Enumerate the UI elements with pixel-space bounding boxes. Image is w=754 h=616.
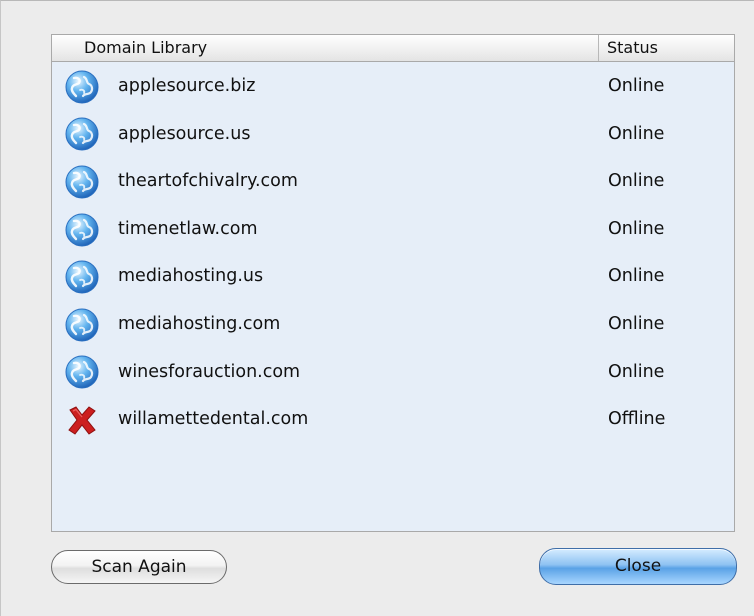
- status-text: Online: [608, 171, 665, 192]
- domain-name: winesforauction.com: [118, 361, 301, 382]
- table-row[interactable]: applesource.us Online: [52, 111, 734, 159]
- table-header: Domain Library Status: [52, 35, 734, 62]
- status-text: Online: [608, 218, 665, 239]
- domain-table: Domain Library Status applesource.biz Onl…: [51, 34, 735, 532]
- domain-name: mediahosting.us: [118, 266, 264, 287]
- table-row[interactable]: mediahosting.us Online: [52, 253, 734, 301]
- domain-name: theartofchivalry.com: [118, 171, 298, 192]
- red-x-icon: [64, 402, 100, 438]
- table-body: applesource.biz Online applesource.us Onlin…: [52, 63, 734, 444]
- status-text: Online: [608, 361, 665, 382]
- domain-name: applesource.biz: [118, 76, 256, 96]
- globe-icon: [64, 164, 100, 200]
- domain-name: timenetlaw.com: [118, 218, 258, 239]
- globe-icon: [64, 307, 100, 343]
- column-header-status[interactable]: Status: [600, 35, 734, 61]
- column-header-domain-library[interactable]: Domain Library: [52, 35, 599, 61]
- domain-name: applesource.us: [118, 123, 251, 144]
- table-row[interactable]: winesforauction.com Online: [52, 349, 734, 397]
- globe-icon: [64, 116, 100, 152]
- globe-icon: [64, 212, 100, 248]
- globe-icon: [64, 354, 100, 390]
- globe-icon: [64, 259, 100, 295]
- table-row[interactable]: mediahosting.com Online: [52, 301, 734, 349]
- close-button[interactable]: Close: [539, 548, 737, 585]
- domain-library-dialog: Domain Library Status applesource.biz Onl…: [0, 0, 754, 616]
- table-row[interactable]: applesource.biz Online: [52, 63, 734, 111]
- status-text: Online: [608, 76, 665, 96]
- domain-name: willamettedental.com: [118, 409, 309, 430]
- table-row[interactable]: timenetlaw.com Online: [52, 206, 734, 254]
- domain-name: mediahosting.com: [118, 313, 281, 334]
- table-row[interactable]: willamettedental.com Offline: [52, 396, 734, 444]
- status-text: Online: [608, 313, 665, 334]
- status-text: Online: [608, 123, 665, 144]
- globe-icon: [64, 69, 100, 105]
- table-row[interactable]: theartofchivalry.com Online: [52, 158, 734, 206]
- scan-again-button[interactable]: Scan Again: [51, 550, 227, 584]
- status-text: Online: [608, 266, 665, 287]
- status-text: Offline: [608, 409, 666, 430]
